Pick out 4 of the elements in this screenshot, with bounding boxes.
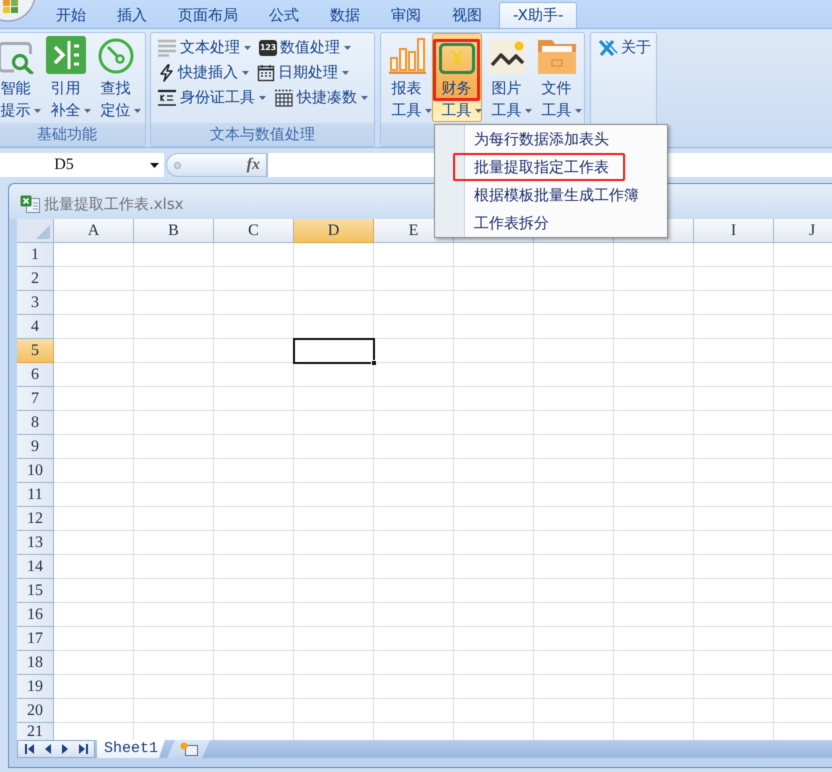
document-title: 批量提取工作表.xlsx xyxy=(44,194,184,214)
group-label: 基础功能 xyxy=(0,123,145,146)
number-badge: 123 xyxy=(259,40,277,56)
group-label: 文本与数值处理 xyxy=(151,123,374,146)
